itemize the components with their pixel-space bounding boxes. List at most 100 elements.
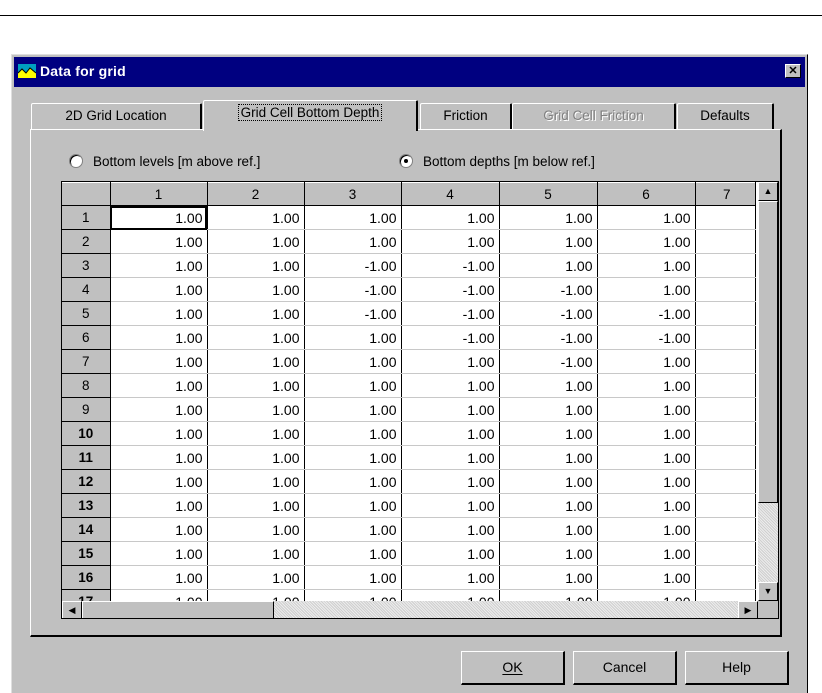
grid-cell[interactable]: 1.00 <box>401 205 500 230</box>
grid-cell[interactable]: 1.00 <box>304 349 402 374</box>
tab-defaults[interactable]: Defaults <box>677 103 774 129</box>
grid-cell[interactable] <box>695 421 756 446</box>
grid-cell[interactable] <box>695 253 756 278</box>
row-header[interactable]: 4 <box>62 277 111 302</box>
grid-cell[interactable]: 1.00 <box>401 565 500 590</box>
grid-cell[interactable]: 1.00 <box>110 421 208 446</box>
grid-cell[interactable]: 1.00 <box>401 373 500 398</box>
column-header[interactable]: 6 <box>597 182 696 206</box>
grid-cell[interactable]: 1.00 <box>401 445 500 470</box>
grid-cell[interactable]: 1.00 <box>207 493 305 518</box>
scroll-left-button[interactable]: ◀ <box>62 601 82 618</box>
grid-cell[interactable]: 1.00 <box>207 229 305 254</box>
grid-cell[interactable]: 1.00 <box>304 397 402 422</box>
grid-cell[interactable]: 1.00 <box>401 469 500 494</box>
grid-cell[interactable]: 1.00 <box>401 349 500 374</box>
grid-cell[interactable]: 1.00 <box>110 277 208 302</box>
grid-cell[interactable]: -1.00 <box>499 301 598 326</box>
grid-cell[interactable]: -1.00 <box>401 301 500 326</box>
grid-cell[interactable]: 1.00 <box>499 373 598 398</box>
grid-cell[interactable]: 1.00 <box>401 541 500 566</box>
horizontal-scrollbar[interactable]: ◀ ▶ <box>62 601 758 618</box>
grid-cell[interactable]: 1.00 <box>401 421 500 446</box>
grid-cell[interactable]: 1.00 <box>499 205 598 230</box>
grid-cell[interactable]: 1.00 <box>401 493 500 518</box>
row-header[interactable]: 1 <box>62 205 111 230</box>
grid-cell[interactable]: 1.00 <box>597 493 696 518</box>
bottom-levels-radio[interactable] <box>69 154 83 168</box>
grid-cell[interactable] <box>695 565 756 590</box>
grid-cell[interactable]: 1.00 <box>207 565 305 590</box>
grid-cell[interactable]: 1.00 <box>207 397 305 422</box>
grid-cell[interactable]: 1.00 <box>304 565 402 590</box>
row-header[interactable]: 2 <box>62 229 111 254</box>
grid-cell[interactable]: 1.00 <box>110 301 208 326</box>
close-button[interactable]: ✕ <box>785 64 801 78</box>
data-grid[interactable]: 1 2 3 4 5 6 7 1 1.00 1.00 1.00 1.00 1.00 1.00 2… <box>61 181 779 619</box>
grid-cell[interactable]: -1.00 <box>499 325 598 350</box>
grid-cell[interactable]: 1.00 <box>597 565 696 590</box>
grid-cell[interactable]: 1.00 <box>207 253 305 278</box>
column-header[interactable]: 2 <box>207 182 305 206</box>
grid-cell[interactable]: 1.00 <box>401 229 500 254</box>
grid-cell[interactable]: 1.00 <box>110 373 208 398</box>
grid-cell[interactable]: 1.00 <box>499 445 598 470</box>
grid-cell[interactable]: 1.00 <box>207 517 305 542</box>
tab-grid-cell-bottom-depth[interactable]: Grid Cell Bottom Depth <box>203 100 418 131</box>
row-header[interactable]: 14 <box>62 517 111 542</box>
scroll-up-button[interactable]: ▲ <box>758 182 778 201</box>
grid-cell[interactable] <box>695 469 756 494</box>
tab-grid-cell-friction[interactable]: Grid Cell Friction <box>512 103 676 129</box>
grid-cell[interactable] <box>695 277 756 302</box>
grid-cell[interactable]: 1.00 <box>499 253 598 278</box>
grid-cell[interactable] <box>695 301 756 326</box>
grid-cell[interactable]: 1.00 <box>110 397 208 422</box>
grid-cell[interactable]: 1.00 <box>110 517 208 542</box>
grid-cell[interactable]: -1.00 <box>304 301 402 326</box>
grid-cell[interactable]: 1.00 <box>304 469 402 494</box>
column-header[interactable]: 4 <box>401 182 500 206</box>
grid-cell[interactable]: 1.00 <box>110 205 208 230</box>
column-header[interactable]: 5 <box>499 182 598 206</box>
grid-cell[interactable]: 1.00 <box>207 541 305 566</box>
row-header[interactable]: 11 <box>62 445 111 470</box>
grid-cell[interactable]: 1.00 <box>499 229 598 254</box>
grid-cell[interactable]: 1.00 <box>207 205 305 230</box>
row-header[interactable]: 10 <box>62 421 111 446</box>
cancel-button[interactable]: Cancel <box>573 651 677 685</box>
grid-cell[interactable]: 1.00 <box>499 493 598 518</box>
column-header[interactable]: 3 <box>304 182 402 206</box>
grid-cell[interactable] <box>695 445 756 470</box>
row-header[interactable]: 15 <box>62 541 111 566</box>
bottom-depths-option[interactable]: Bottom depths [m below ref.] <box>399 152 595 170</box>
grid-cell[interactable]: 1.00 <box>207 325 305 350</box>
grid-cell[interactable]: 1.00 <box>597 541 696 566</box>
grid-cell[interactable] <box>695 541 756 566</box>
grid-cell[interactable]: 1.00 <box>207 421 305 446</box>
tab-2d-grid-location[interactable]: 2D Grid Location <box>31 103 202 129</box>
tab-friction[interactable]: Friction <box>420 103 512 129</box>
grid-cell[interactable] <box>695 493 756 518</box>
row-header[interactable]: 5 <box>62 301 111 326</box>
grid-cell[interactable]: 1.00 <box>597 349 696 374</box>
grid-cell[interactable]: 1.00 <box>597 253 696 278</box>
grid-cell[interactable]: -1.00 <box>304 253 402 278</box>
vertical-scrollbar[interactable]: ▲ ▼ <box>758 182 778 601</box>
grid-cell[interactable]: 1.00 <box>499 397 598 422</box>
row-header[interactable]: 9 <box>62 397 111 422</box>
grid-cell[interactable]: -1.00 <box>401 253 500 278</box>
grid-cell[interactable]: 1.00 <box>207 277 305 302</box>
ok-button[interactable]: OK <box>461 651 565 685</box>
scroll-right-button[interactable]: ▶ <box>738 601 758 618</box>
row-header[interactable]: 8 <box>62 373 111 398</box>
grid-cell[interactable]: 1.00 <box>499 421 598 446</box>
grid-cell[interactable]: 1.00 <box>304 445 402 470</box>
grid-cell[interactable] <box>695 517 756 542</box>
grid-cell[interactable]: -1.00 <box>499 277 598 302</box>
grid-cell[interactable]: 1.00 <box>304 325 402 350</box>
grid-cell[interactable]: -1.00 <box>401 277 500 302</box>
grid-cell[interactable] <box>695 205 756 230</box>
bottom-levels-option[interactable]: Bottom levels [m above ref.] <box>69 152 260 170</box>
row-header[interactable]: 6 <box>62 325 111 350</box>
grid-cell[interactable]: 1.00 <box>207 373 305 398</box>
